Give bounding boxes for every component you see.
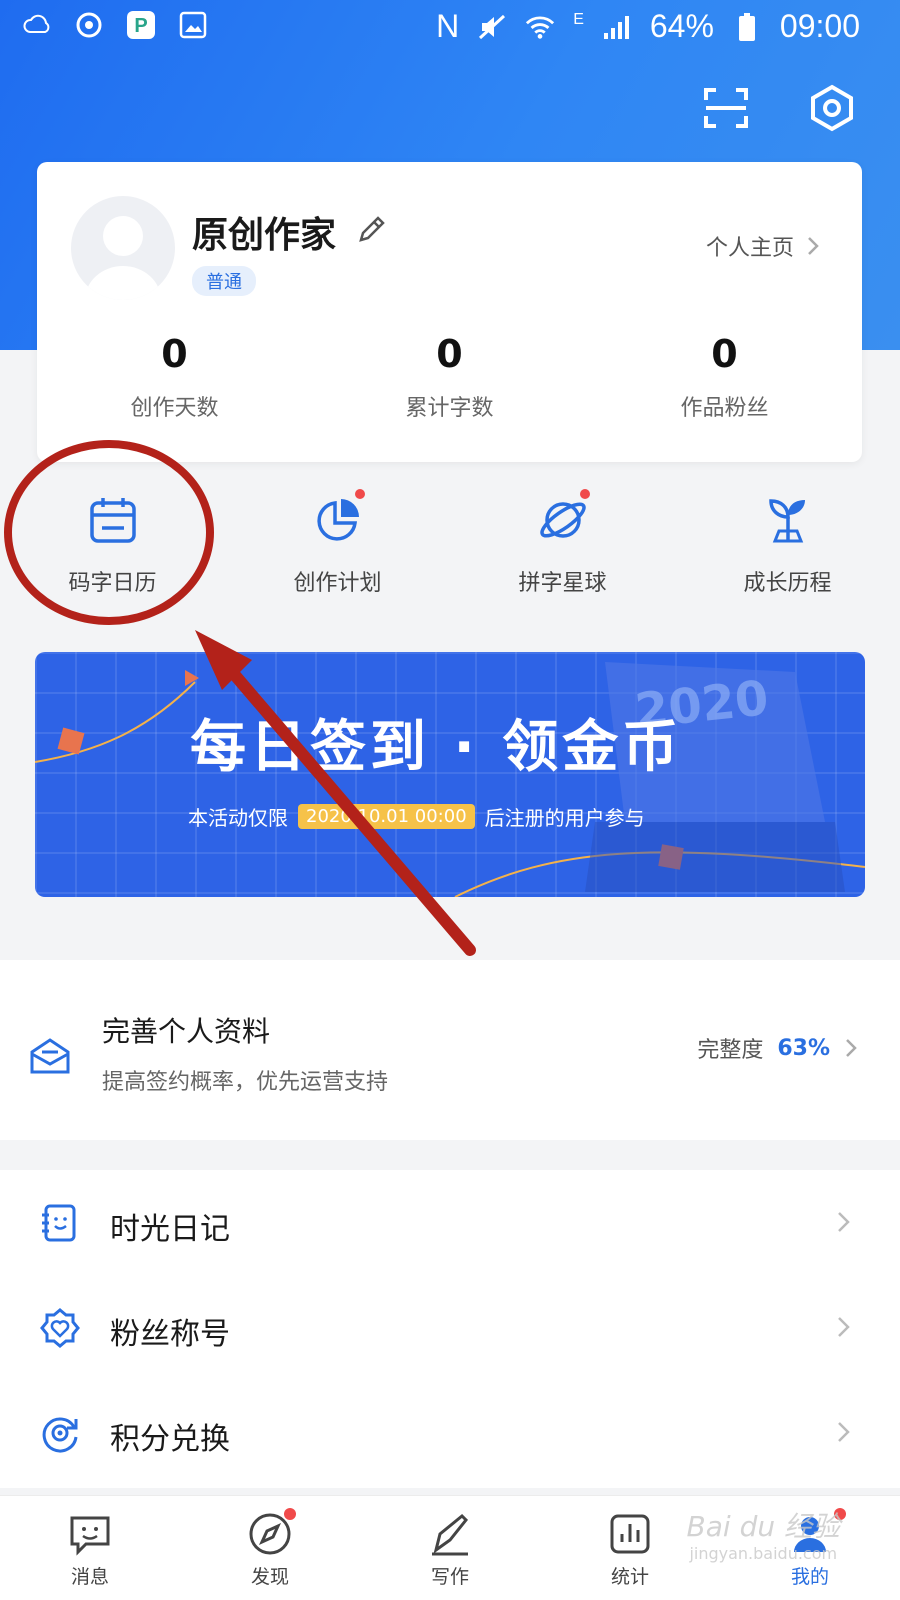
quick-action-writing-plan[interactable]: 创作计划 [225, 485, 450, 615]
tab-discover[interactable]: 发现 [180, 1496, 360, 1600]
quick-action-label: 拼字星球 [518, 571, 607, 596]
status-bar: P N E 64% 09:00 [0, 0, 900, 56]
svg-text:P: P [134, 15, 147, 37]
battery-icon [732, 12, 762, 42]
gallery-icon [178, 10, 208, 40]
homepage-link[interactable]: 个人主页 [706, 230, 820, 262]
menu-item-label: 时光日记 [110, 1212, 230, 1247]
planet-icon [539, 502, 586, 538]
quick-action-label: 成长历程 [743, 571, 832, 596]
checkin-banner[interactable]: 2020 每日签到 · 领金币 本活动仅限 2020.10.01 00:00 后… [35, 652, 865, 897]
scan-icon [704, 88, 748, 128]
profile-complete-subtitle: 提高签约概率，优先运营支持 [102, 1070, 389, 1095]
diary-icon [42, 1204, 76, 1242]
chevron-right-icon [838, 1212, 850, 1232]
tab-label: 统计 [610, 1566, 649, 1588]
chevron-right-icon [838, 1422, 850, 1442]
chevron-right-icon [808, 237, 819, 255]
watermark: Bai du 经验 jingyan.baidu.com [687, 1510, 840, 1563]
stat-label: 累计字数 [405, 396, 494, 421]
network-type: E [573, 10, 584, 28]
wifi-icon [525, 12, 555, 42]
annotation-circle [4, 440, 214, 625]
edit-pencil-icon[interactable] [355, 212, 389, 246]
nfc-indicator: N [436, 8, 460, 44]
tab-messages[interactable]: 消息 [0, 1496, 180, 1600]
quick-action-growth-history[interactable]: 成长历程 [675, 485, 900, 615]
homepage-link-label: 个人主页 [705, 236, 794, 261]
menu-item-points-exchange[interactable]: 积分兑换 [0, 1380, 900, 1485]
profile-envelope-icon [30, 1038, 70, 1074]
squirrel-app-icon [74, 10, 104, 40]
quick-action-word-planet[interactable]: 拼字星球 [450, 485, 675, 615]
menu-item-fan-title[interactable]: 粉丝称号 [0, 1275, 900, 1380]
stat-fans[interactable]: 0 作品粉丝 [587, 332, 862, 422]
settings-hexagon-icon [811, 84, 853, 132]
author-name: 原创作家 [192, 215, 337, 256]
tab-label: 消息 [70, 1566, 109, 1588]
profile-completeness-row[interactable]: 完善个人资料 提高签约概率，优先运营支持 完整度 63% [0, 960, 900, 1140]
weather-icon [22, 10, 52, 40]
completeness-percent: 63% [777, 1035, 830, 1061]
stat-writing-days[interactable]: 0 创作天数 [37, 332, 312, 422]
profile-complete-title: 完善个人资料 [102, 1015, 271, 1048]
fan-badge-icon [40, 1308, 80, 1348]
avatar[interactable] [71, 196, 175, 300]
menu-list: 时光日记 粉丝称号 积分兑换 [0, 1170, 900, 1488]
menu-item-label: 粉丝称号 [110, 1317, 230, 1352]
level-badge: 普通 [192, 266, 256, 296]
notification-dot [284, 1508, 296, 1520]
clock: 09:00 [779, 8, 860, 44]
pen-icon [432, 1513, 469, 1556]
stats-row: 0 创作天数 0 累计字数 0 作品粉丝 [37, 332, 862, 422]
avatar-placeholder-icon [85, 216, 161, 300]
banner-sub-prefix: 本活动仅限 [188, 806, 288, 830]
points-exchange-icon [42, 1417, 78, 1453]
tab-label: 写作 [430, 1566, 469, 1588]
watermark-brand: Bai du 经验 [686, 1510, 840, 1543]
message-icon [70, 1516, 110, 1556]
stat-label: 创作天数 [130, 396, 219, 421]
menu-item-diary[interactable]: 时光日记 [0, 1170, 900, 1275]
battery-percent: 64% [649, 8, 714, 44]
banner-title: 每日签到 · 领金币 [190, 715, 683, 780]
quick-action-label: 创作计划 [293, 571, 382, 596]
scan-button[interactable] [698, 80, 754, 136]
completeness-label: 完整度 [697, 1038, 764, 1063]
stat-value: 0 [436, 332, 463, 376]
settings-button[interactable] [804, 80, 860, 136]
tab-write[interactable]: 写作 [360, 1496, 540, 1600]
stat-value: 0 [711, 332, 738, 376]
menu-item-label: 积分兑换 [110, 1422, 230, 1457]
notification-dot [580, 489, 590, 499]
stat-value: 0 [161, 332, 188, 376]
stat-label: 作品粉丝 [680, 396, 769, 421]
sprout-icon [768, 499, 805, 543]
signal-icon [602, 12, 632, 42]
chevron-right-icon [838, 1317, 850, 1337]
mute-icon [477, 12, 507, 42]
stats-icon [610, 1514, 650, 1554]
completeness-indicator: 完整度 63% [697, 1032, 858, 1064]
stat-total-words[interactable]: 0 累计字数 [312, 332, 587, 422]
watermark-domain: jingyan.baidu.com [689, 1543, 838, 1563]
chevron-right-icon [846, 1039, 857, 1057]
profile-card: 原创作家 普通 个人主页 0 创作天数 0 累计字数 0 作品粉丝 [37, 162, 862, 462]
banner-sub-suffix: 后注册的用户参与 [484, 806, 645, 830]
banner-subtitle: 本活动仅限 2020.10.01 00:00 后注册的用户参与 [188, 802, 645, 831]
tab-label: 我的 [790, 1566, 829, 1588]
tab-label: 发现 [250, 1566, 289, 1588]
p-app-icon: P [126, 10, 156, 40]
notification-dot [355, 489, 365, 499]
banner-date: 2020.10.01 00:00 [298, 804, 475, 829]
pie-chart-icon [316, 499, 359, 541]
